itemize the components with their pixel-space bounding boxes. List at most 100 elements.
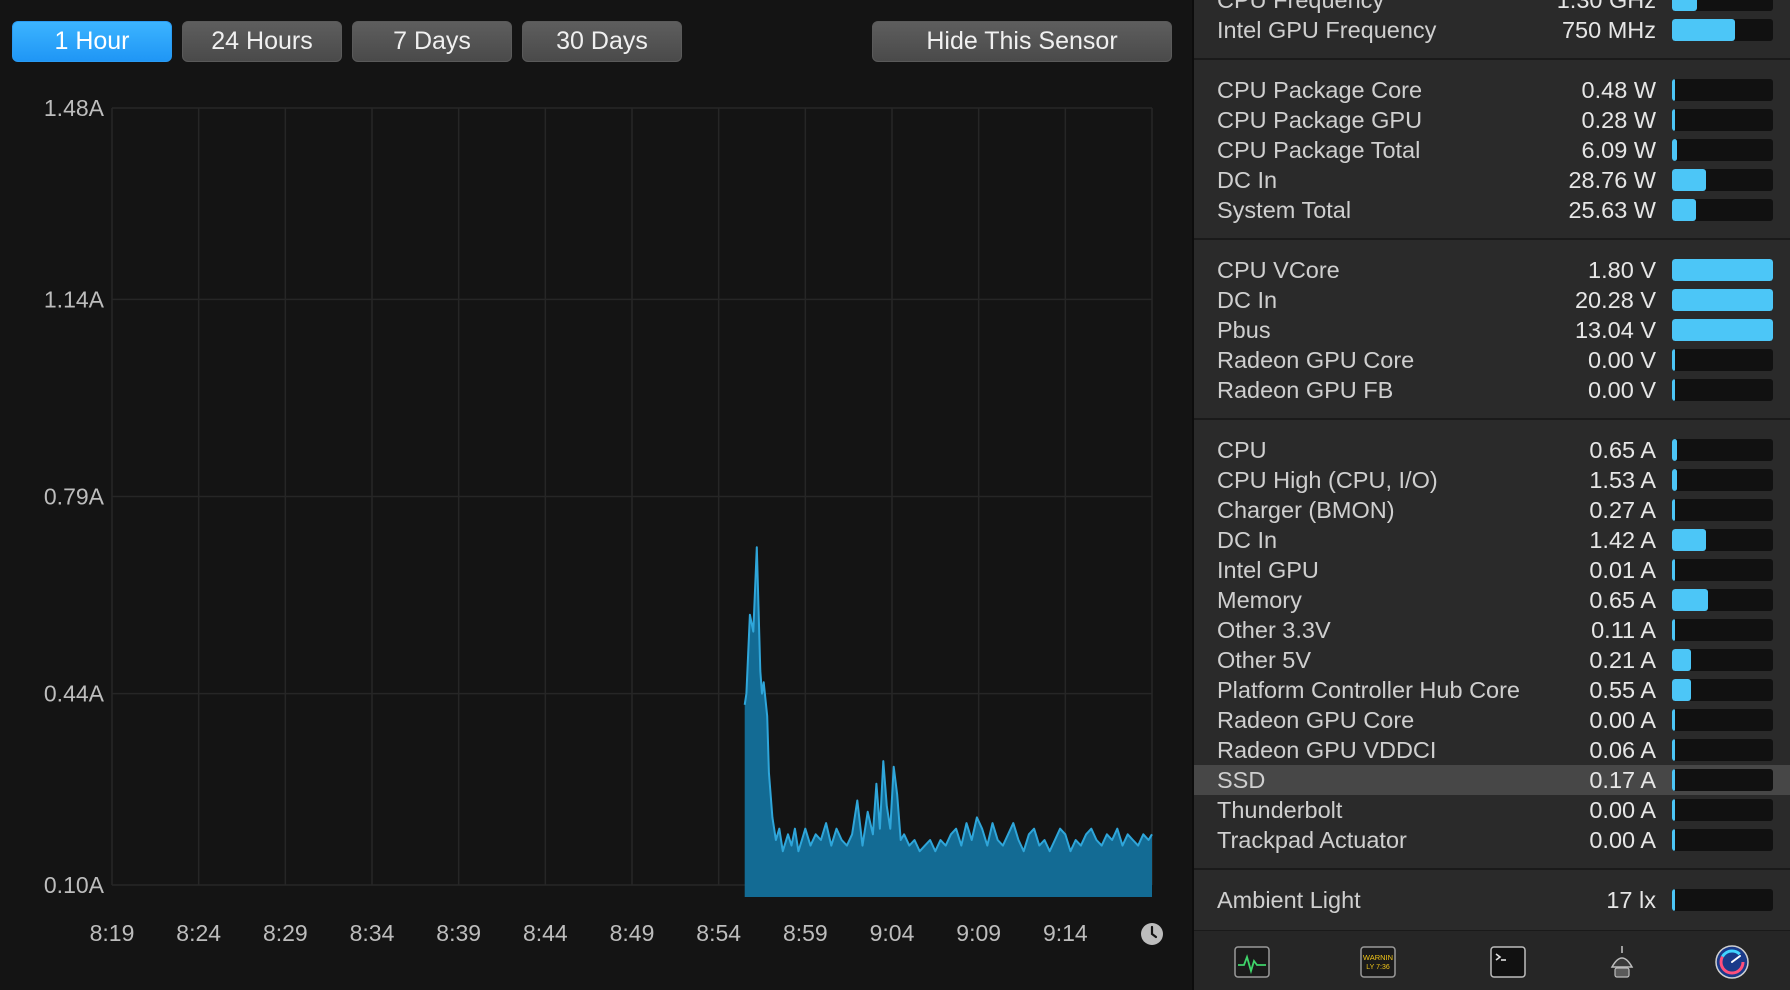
sensor-level-fill [1672,709,1675,731]
console-warning-icon[interactable]: WARNIN LY 7:36 [1360,945,1396,979]
disk-utility-icon[interactable] [1604,945,1640,979]
sensor-row[interactable]: Radeon GPU FB 0.00 V [1194,375,1790,405]
sensor-value: 0.00 V [1588,377,1656,403]
range-button-24-hours[interactable]: 24 Hours [182,21,342,62]
sensor-row[interactable]: DC In 28.76 W [1194,165,1790,195]
sensor-row[interactable]: Intel GPU Frequency 750 MHz [1194,15,1790,45]
x-tick-label: 8:39 [436,920,481,946]
sensor-row[interactable]: Charger (BMON) 0.27 A [1194,495,1790,525]
sensor-value: 0.27 A [1589,497,1656,523]
y-tick-label: 0.79A [44,484,105,510]
sensor-row[interactable]: CPU Package GPU 0.28 W [1194,105,1790,135]
sensor-row[interactable]: Radeon GPU Core 0.00 A [1194,705,1790,735]
sensor-row[interactable]: CPU VCore 1.80 V [1194,255,1790,285]
activity-monitor-icon[interactable] [1234,945,1270,979]
sensor-row[interactable]: Intel GPU 0.01 A [1194,555,1790,585]
sensor-row[interactable]: Radeon GPU Core 0.00 V [1194,345,1790,375]
sensor-row[interactable]: Radeon GPU VDDCI 0.06 A [1194,735,1790,765]
y-tick-label: 1.48A [44,95,105,121]
sensor-value: 20.28 V [1574,287,1656,313]
sensor-value: 750 MHz [1561,17,1656,43]
sensor-level-fill [1672,319,1773,341]
x-tick-label: 8:34 [350,920,395,946]
x-tick-label: 8:49 [610,920,655,946]
sensor-level-bar [1672,619,1773,641]
sensor-value: 0.00 V [1588,347,1656,373]
sensor-row[interactable]: Trackpad Actuator 0.00 A [1194,825,1790,855]
x-tick-label: 8:19 [90,920,135,946]
y-axis: 1.48A 1.14A 0.79A 0.44A 0.10A [44,95,105,898]
hide-sensor-button[interactable]: Hide This Sensor [872,21,1172,62]
sensor-value: 0.21 A [1589,647,1656,673]
sensor-level-bar [1672,379,1773,401]
sensor-name: Radeon GPU Core [1217,347,1415,373]
sensor-value: 1.53 A [1589,467,1656,493]
group-separator [1194,238,1790,240]
sensor-level-bar [1672,349,1773,371]
sensor-level-bar [1672,439,1773,461]
sensor-name: Intel GPU [1217,557,1319,583]
sensor-level-bar [1672,559,1773,581]
sensor-row[interactable]: Other 5V 0.21 A [1194,645,1790,675]
sensor-row[interactable]: DC In 20.28 V [1194,285,1790,315]
sensor-level-bar [1672,499,1773,521]
sensor-row[interactable]: Other 3.3V 0.11 A [1194,615,1790,645]
sensor-row[interactable]: DC In 1.42 A [1194,525,1790,555]
sensor-row[interactable]: Pbus 13.04 V [1194,315,1790,345]
sensor-level-bar [1672,109,1773,131]
x-axis: 8:19 8:24 8:29 8:34 8:39 8:44 8:49 8:54 8:59 9:04… [90,920,1088,946]
sensor-row[interactable]: System Total 25.63 W [1194,195,1790,225]
sensor-row[interactable]: CPU Package Core 0.48 W [1194,75,1790,105]
sensor-name: Radeon GPU VDDCI [1217,737,1437,763]
sensor-row[interactable]: CPU Package Total 6.09 W [1194,135,1790,165]
y-tick-label: 0.10A [44,872,105,898]
clock-icon[interactable] [1140,922,1164,946]
sensor-value: 13.04 V [1574,317,1656,343]
console-warning-line-1: WARNIN [1363,953,1393,962]
sensor-row[interactable]: Ambient Light 17 lx [1194,885,1790,915]
sensor-level-fill [1672,109,1675,131]
sensor-value: 17 lx [1606,887,1656,913]
sensor-row[interactable]: CPU Frequency 1.30 GHz [1194,0,1790,15]
sensor-name: CPU VCore [1217,257,1340,283]
sensor-name: Thunderbolt [1217,797,1343,823]
sensor-row[interactable]: CPU 0.65 A [1194,435,1790,465]
sensor-level-fill [1672,739,1675,761]
range-button-30-days[interactable]: 30 Days [522,21,682,62]
sensor-name: DC In [1217,527,1278,553]
sensor-level-bar [1672,889,1773,911]
sensor-level-bar [1672,529,1773,551]
sensor-name: CPU Package GPU [1217,107,1423,133]
sensor-level-fill [1672,889,1675,911]
sensor-level-fill [1672,559,1675,581]
sensor-name: Memory [1217,587,1302,613]
sensor-level-bar [1672,289,1773,311]
sensor-value: 28.76 W [1568,167,1656,193]
sensor-row[interactable]: SSD 0.17 A [1194,765,1790,795]
sensor-name: CPU Frequency [1217,0,1385,13]
terminal-icon[interactable] [1490,945,1526,979]
sensor-name: Other 3.3V [1217,617,1331,643]
app-toolbar: WARNIN LY 7:36 [1194,930,1790,990]
sensor-row[interactable]: CPU High (CPU, I/O) 1.53 A [1194,465,1790,495]
sensor-row[interactable]: Platform Controller Hub Core 0.55 A [1194,675,1790,705]
sensor-row[interactable]: Thunderbolt 0.00 A [1194,795,1790,825]
sensor-value: 1.30 GHz [1556,0,1656,13]
sensor-level-fill [1672,649,1691,671]
sensor-row[interactable]: Memory 0.65 A [1194,585,1790,615]
sensor-name: SSD [1217,767,1266,793]
range-button-7-days[interactable]: 7 Days [352,21,512,62]
sensor-name: CPU High (CPU, I/O) [1217,467,1438,493]
sensor-level-fill [1672,829,1675,851]
istat-icon[interactable] [1714,945,1750,979]
sensor-name: DC In [1217,167,1278,193]
range-button-1-hour[interactable]: 1 Hour [12,21,172,62]
sensor-level-bar [1672,19,1773,41]
sensor-level-fill [1672,469,1677,491]
sensor-level-fill [1672,169,1706,191]
sensor-level-fill [1672,679,1691,701]
sensor-name: Other 5V [1217,647,1312,673]
sensor-level-fill [1672,379,1675,401]
sensor-name: Intel GPU Frequency [1217,17,1437,43]
time-range-selector: 1 Hour 24 Hours 7 Days 30 Days [12,21,682,62]
